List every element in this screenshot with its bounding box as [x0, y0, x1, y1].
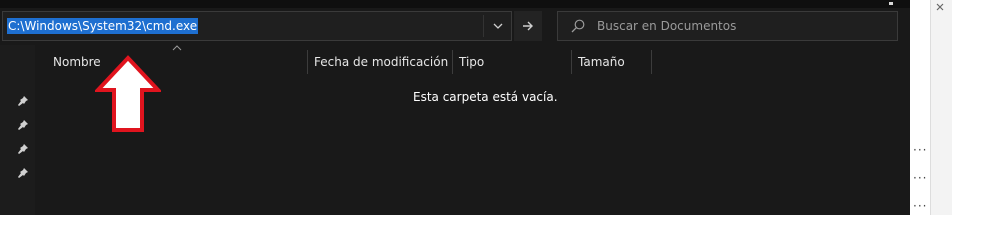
- column-header-name[interactable]: Nombre: [47, 50, 307, 74]
- search-placeholder: Buscar en Documentos: [597, 19, 737, 33]
- column-header-type[interactable]: Tipo: [453, 50, 571, 74]
- column-divider[interactable]: [651, 50, 652, 74]
- annotation-up-arrow: [95, 55, 161, 132]
- more-options-icon[interactable]: ···: [913, 200, 927, 212]
- window-top-strip: [0, 0, 910, 8]
- go-button[interactable]: [514, 11, 542, 41]
- pin-icon[interactable]: [17, 167, 29, 179]
- more-options-icon[interactable]: ···: [913, 172, 927, 184]
- background-window-edge: [930, 0, 952, 215]
- close-icon: [936, 3, 944, 11]
- pin-icon[interactable]: [17, 119, 29, 131]
- address-input[interactable]: C:\Windows\System32\cmd.exe: [7, 18, 199, 34]
- address-bar[interactable]: C:\Windows\System32\cmd.exe: [2, 11, 512, 41]
- column-header-date-modified[interactable]: Fecha de modificación: [308, 50, 452, 74]
- column-header-size[interactable]: Tamaño: [572, 50, 651, 74]
- address-divider: [483, 15, 484, 37]
- chevron-down-icon: [493, 23, 503, 29]
- pin-icon[interactable]: [17, 143, 29, 155]
- address-history-button[interactable]: [485, 12, 511, 40]
- empty-folder-message: Esta carpeta está vacía.: [413, 90, 558, 104]
- window-control-fragment: [889, 2, 893, 5]
- search-box[interactable]: Buscar en Documentos: [557, 11, 898, 41]
- file-explorer-window: C:\Windows\System32\cmd.exe Buscar en Do…: [0, 0, 910, 215]
- search-icon: [571, 19, 585, 33]
- more-options-icon[interactable]: ···: [913, 144, 927, 156]
- arrow-right-icon: [523, 21, 533, 31]
- navigation-pane: [0, 45, 35, 215]
- pin-icon[interactable]: [17, 95, 29, 107]
